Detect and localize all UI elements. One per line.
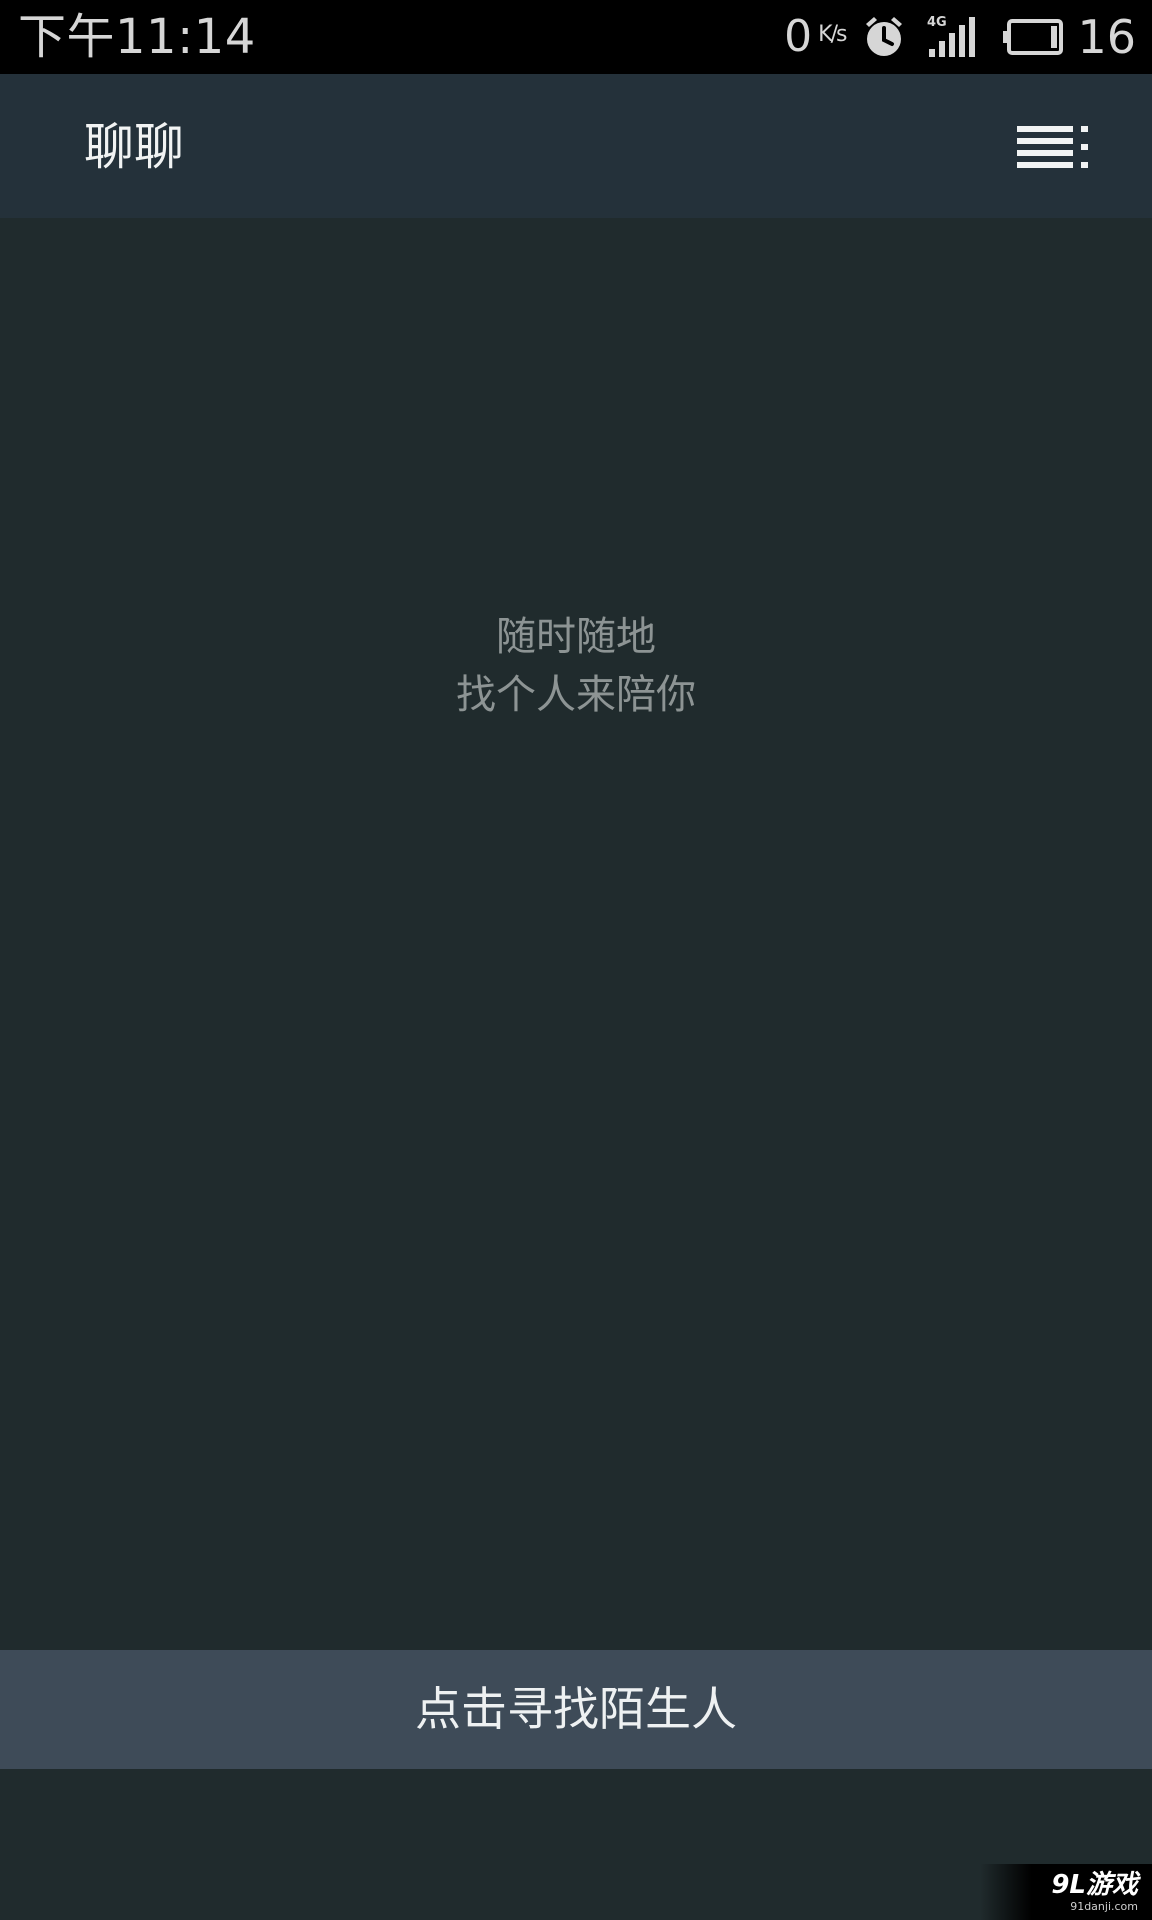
empty-state-line-1: 随时随地 xyxy=(496,614,656,660)
watermark-brand: 9L游戏 xyxy=(1051,1870,1138,1900)
signal-icon: 4G xyxy=(927,15,981,59)
status-bar: 下午11:14 0 K/s 4G 16 xyxy=(0,0,1152,74)
network-speed-value: 0 xyxy=(784,11,813,62)
status-indicators: 0 K/s 4G 16 xyxy=(784,0,1136,74)
network-speed: 0 K/s xyxy=(784,11,847,62)
alarm-icon xyxy=(861,14,907,60)
watermark-url: 91danji.com xyxy=(1070,1900,1138,1913)
network-speed-unit: K/s xyxy=(818,22,847,47)
watermark-logo: 9L游戏 91danji.com xyxy=(980,1864,1152,1920)
status-time: 下午11:14 xyxy=(18,9,256,65)
find-stranger-button[interactable]: 点击寻找陌生人 xyxy=(0,1650,1152,1769)
app-bar: 聊聊 xyxy=(0,74,1152,218)
empty-state-message: 随时随地 找个人来陪你 xyxy=(0,608,1152,724)
battery-level: 16 xyxy=(1077,10,1136,64)
page-title: 聊聊 xyxy=(84,118,184,176)
network-type-label: 4G xyxy=(927,15,947,30)
menu-button[interactable] xyxy=(1016,122,1092,170)
list-menu-icon xyxy=(1017,126,1088,168)
empty-state-line-2: 找个人来陪你 xyxy=(456,672,696,718)
battery-icon xyxy=(1001,17,1065,57)
